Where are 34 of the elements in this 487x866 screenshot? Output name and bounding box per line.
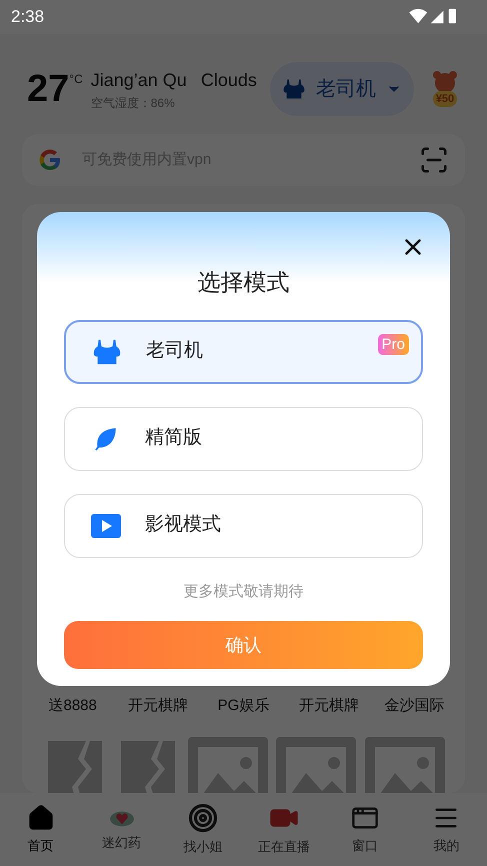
dialog-title: 选择模式 — [198, 268, 290, 297]
target-icon — [188, 802, 218, 833]
play-icon — [91, 514, 121, 538]
mode-option[interactable]: 老司机 Pro — [64, 320, 423, 384]
temperature: 27 — [27, 70, 70, 108]
nav-tab[interactable]: 首页 — [0, 804, 82, 856]
nav-tab[interactable]: 我的 — [406, 804, 487, 856]
game-label[interactable]: 开元棋牌 — [286, 694, 372, 717]
mode-dropdown[interactable]: 老司机 — [270, 62, 414, 116]
location: Jiang’an Qu — [90, 68, 187, 92]
game-label[interactable]: 送8888 — [30, 694, 116, 717]
status-time: 2:38 — [11, 6, 44, 28]
google-logo — [38, 148, 62, 172]
game-label[interactable]: 金沙国际 — [372, 694, 457, 717]
mode-option[interactable]: 精简版 — [64, 406, 423, 470]
home-icon — [26, 804, 55, 832]
bra-icon — [282, 78, 306, 100]
dialog-note: 更多模式敬请期待 — [184, 582, 304, 602]
game-label[interactable]: PG娱乐 — [200, 694, 286, 717]
image-placeholder-icon — [365, 737, 445, 793]
bra-icon — [92, 338, 122, 366]
scan-icon[interactable] — [419, 145, 449, 175]
image-placeholder-icon — [188, 737, 268, 793]
nav-tab[interactable]: 找小姐 — [162, 802, 244, 856]
confirm-button[interactable]: 确认 — [64, 621, 423, 669]
nav-tab[interactable]: 正在直播 — [243, 802, 325, 856]
image-placeholder-icon — [276, 737, 356, 793]
game-label[interactable]: 开元棋牌 — [115, 694, 201, 717]
mode-option[interactable]: 影视模式 — [64, 494, 423, 558]
nav-tab[interactable]: 窗口 — [324, 804, 406, 856]
nav-tab[interactable]: 迷幻药 — [81, 806, 162, 852]
pro-badge: Pro — [378, 334, 409, 354]
weather-condition: Clouds — [200, 68, 257, 92]
temperature-unit: °C — [69, 71, 83, 88]
